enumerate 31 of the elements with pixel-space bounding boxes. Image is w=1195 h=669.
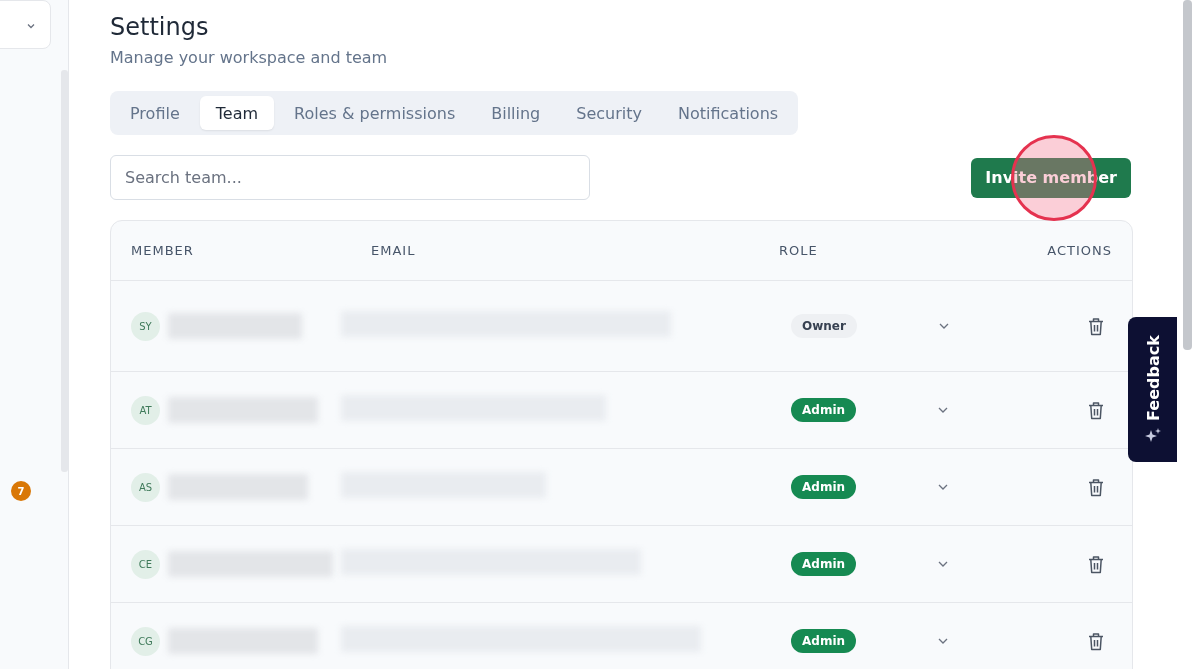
role-badge: Admin <box>791 398 857 422</box>
column-header: ROLE <box>779 243 819 258</box>
trash-icon[interactable] <box>1087 400 1105 420</box>
tab[interactable]: Roles & permissions <box>278 96 472 130</box>
trash-icon[interactable] <box>1087 316 1105 336</box>
avatar: AT <box>131 395 160 425</box>
avatar: SY <box>131 311 160 341</box>
column-header: MEMBER <box>130 243 195 258</box>
tab[interactable]: Notifications <box>662 96 795 130</box>
search-field[interactable]: Search team... <box>110 155 590 200</box>
role-badge: Admin <box>791 552 857 576</box>
tab[interactable]: Team <box>199 96 275 130</box>
feedback-tab[interactable]: Feedback <box>1128 317 1177 462</box>
tab[interactable]: Profile <box>114 96 196 130</box>
trash-icon[interactable] <box>1087 631 1105 651</box>
column-header: ACTIONS <box>1046 243 1113 258</box>
trash-icon[interactable] <box>1087 477 1105 497</box>
role-badge: Owner <box>791 314 857 338</box>
page-subtitle: Manage your workspace and team <box>110 48 389 67</box>
role-badge: Admin <box>791 629 857 653</box>
page-title: Settings <box>110 12 210 42</box>
column-header: EMAIL <box>371 243 417 258</box>
avatar: CG <box>131 626 160 656</box>
tab[interactable]: Billing <box>475 96 557 130</box>
role-badge: Admin <box>791 475 857 499</box>
count-badge: 7 <box>11 481 31 501</box>
avatar: AS <box>131 472 160 502</box>
feedback-label: Feedback <box>1142 334 1163 421</box>
avatar: CE <box>131 549 160 579</box>
tab[interactable]: Security <box>560 96 658 130</box>
trash-icon[interactable] <box>1087 554 1105 574</box>
